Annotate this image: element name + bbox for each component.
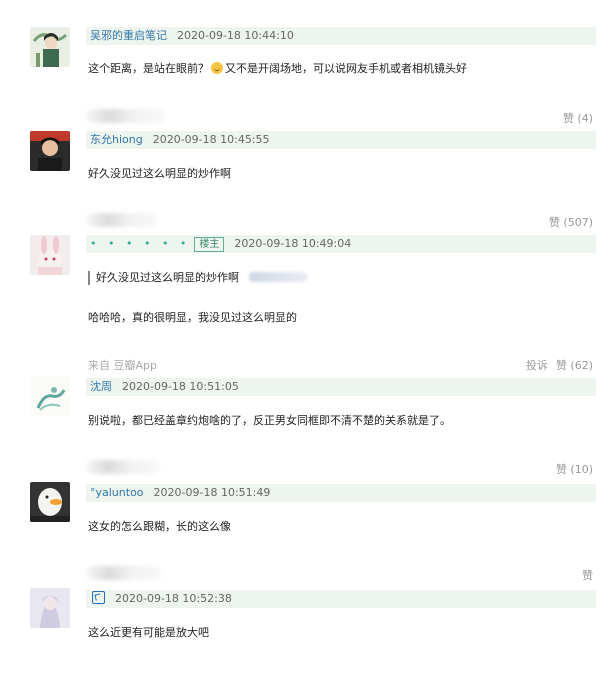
comment-meta: • • • • • • 楼主 2020-09-18 10:49:04 xyxy=(86,235,596,253)
redacted-reply-area xyxy=(86,460,160,474)
avatar[interactable] xyxy=(30,376,70,416)
comment-time: 2020-09-18 10:52:38 xyxy=(115,592,232,605)
comment-meta: 东允hiong 2020-09-18 10:45:55 xyxy=(86,131,596,149)
redacted-reply-area xyxy=(86,109,166,123)
author-link[interactable]: 东允hiong xyxy=(90,133,143,146)
comment-time: 2020-09-18 10:45:55 xyxy=(152,133,270,146)
avatar[interactable] xyxy=(30,235,70,275)
redacted-quote-author xyxy=(249,272,307,282)
author-link[interactable]: °yaluntoo xyxy=(90,486,144,499)
avatar[interactable] xyxy=(30,588,70,628)
like-button[interactable]: 赞 (10) xyxy=(556,461,593,477)
like-button[interactable]: 赞 xyxy=(582,567,593,583)
comment-text: 别说啦，都已经盖章约炮啥的了，反正男女同框即不清不楚的关系就是了。 xyxy=(88,414,451,427)
author-link[interactable]: 吴邪的重启笔记 xyxy=(90,29,167,42)
avatar[interactable] xyxy=(30,131,70,171)
comment-time: 2020-09-18 10:51:49 xyxy=(153,486,271,499)
report-button[interactable]: 投诉 xyxy=(526,359,548,372)
comment-text: 这么近更有可能是放大吧 xyxy=(88,626,209,639)
quoted-comment: 好久没见过这么明显的炒作啊 xyxy=(88,271,307,285)
comment-text: 这女的怎么跟糊，长的这么像 xyxy=(88,520,231,533)
source-label: 来自 豆瓣App xyxy=(88,359,157,372)
grinning-face-emoji-icon xyxy=(211,62,223,74)
comment-meta: 沈周 2020-09-18 10:51:05 xyxy=(86,378,596,396)
op-badge: 楼主 xyxy=(194,237,225,252)
like-button[interactable]: 赞 (507) xyxy=(549,214,593,230)
comment-text-part: 又不是开阔场地，可以说网友手机或者相机镜头好 xyxy=(225,62,467,75)
comment-meta: °yaluntoo 2020-09-18 10:51:49 xyxy=(86,484,596,502)
comment-text-part: 这个距离，是站在眼前？ xyxy=(88,62,209,75)
comment-time: 2020-09-18 10:49:04 xyxy=(234,237,352,250)
quoted-text: 好久没见过这么明显的炒作啊 xyxy=(96,271,239,284)
redacted-reply-area xyxy=(86,566,162,580)
comment-text: 好久没见过这么明显的炒作啊 xyxy=(88,167,231,180)
comment-text: 这个距离，是站在眼前？ 又不是开阔场地，可以说网友手机或者相机镜头好 xyxy=(88,60,598,76)
comment-time: 2020-09-18 10:51:05 xyxy=(122,380,239,393)
comment-meta: 2020-09-18 10:52:38 xyxy=(86,590,596,608)
user-badge-icon[interactable] xyxy=(92,591,105,604)
like-button[interactable]: 赞 (4) xyxy=(563,110,593,126)
author-link[interactable]: 沈周 xyxy=(90,380,112,393)
avatar[interactable] xyxy=(30,482,70,522)
author-link[interactable]: • • • • • • xyxy=(90,237,190,250)
comment-actions: 投诉赞 (62) xyxy=(526,357,593,373)
avatar[interactable] xyxy=(30,27,70,67)
redacted-reply-area xyxy=(86,213,158,227)
comment-meta: 吴邪的重启笔记 2020-09-18 10:44:10 xyxy=(86,27,596,45)
comment-text: 哈哈哈，真的很明显，我没见过这么明显的 xyxy=(88,311,297,324)
like-button[interactable]: 赞 (62) xyxy=(556,359,593,372)
comment-time: 2020-09-18 10:44:10 xyxy=(177,29,294,42)
